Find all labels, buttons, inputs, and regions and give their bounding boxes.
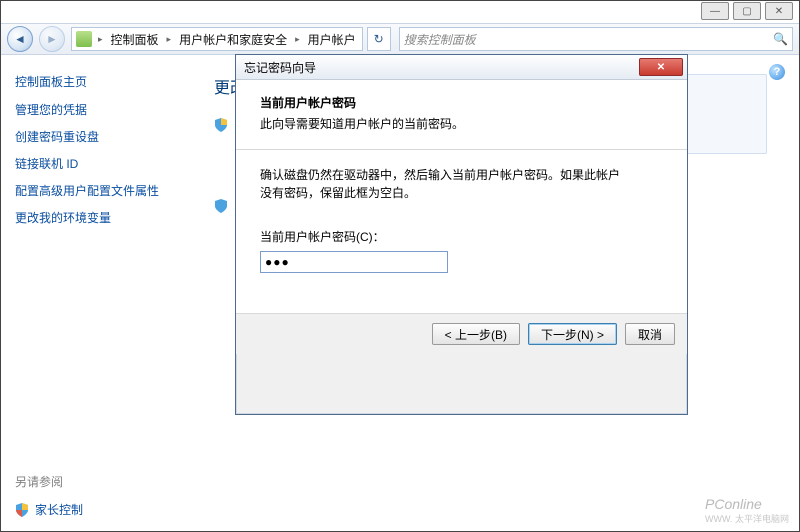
sidebar-link-env-vars[interactable]: 更改我的环境变量 [15,209,190,226]
dialog-title: 忘记密码向导 [244,59,316,76]
password-input[interactable] [260,251,448,273]
shield-icon [214,118,228,132]
see-also-label: 另请参阅 [15,473,190,490]
window-close-button[interactable]: ✕ [765,2,793,20]
search-icon: 🔍 [773,32,788,46]
window-controls: — ▢ ✕ [701,2,793,20]
password-label: 当前用户帐户密码(C)： [260,228,663,245]
refresh-button[interactable]: ↻ [367,27,391,51]
sidebar: 控制面板主页 管理您的凭据 创建密码重设盘 链接联机 ID 配置高级用户配置文件… [1,54,198,531]
navigation-bar: ◄ ► ▸ 控制面板 ▸ 用户帐户和家庭安全 ▸ 用户帐户 ↻ 搜索控制面板 🔍 [1,23,799,55]
breadcrumb-item[interactable]: 用户帐户 [302,31,362,48]
search-placeholder: 搜索控制面板 [404,31,476,48]
control-panel-icon [76,31,92,47]
sidebar-home-link[interactable]: 控制面板主页 [15,73,190,90]
back-button[interactable]: < 上一步(B) [432,323,520,345]
dialog-close-button[interactable]: ✕ [639,58,683,76]
next-button[interactable]: 下一步(N) > [528,323,617,345]
dialog-footer: < 上一步(B) 下一步(N) > 取消 [236,314,687,354]
dialog-instruction: 确认磁盘仍然在驱动器中，然后输入当前用户帐户密码。如果此帐户 [260,166,663,184]
breadcrumb-item[interactable]: 控制面板 [105,31,165,48]
breadcrumb-item[interactable]: 用户帐户和家庭安全 [173,31,293,48]
sidebar-link-credentials[interactable]: 管理您的凭据 [15,101,190,118]
dialog-titlebar[interactable]: 忘记密码向导 ✕ [236,55,687,80]
shield-icon [15,503,29,517]
cancel-button[interactable]: 取消 [625,323,675,345]
help-icon[interactable]: ? [769,64,785,80]
nav-forward-button[interactable]: ► [39,26,65,52]
maximize-button[interactable]: ▢ [733,2,761,20]
wizard-dialog: 忘记密码向导 ✕ 当前用户帐户密码 此向导需要知道用户帐户的当前密码。 确认磁盘… [235,54,688,415]
chevron-right-icon: ▸ [293,34,302,45]
nav-back-button[interactable]: ◄ [7,26,33,52]
dialog-heading: 当前用户帐户密码 [260,94,663,111]
search-input[interactable]: 搜索控制面板 🔍 [399,27,793,51]
breadcrumb[interactable]: ▸ 控制面板 ▸ 用户帐户和家庭安全 ▸ 用户帐户 [71,27,363,51]
sidebar-link-reset-disk[interactable]: 创建密码重设盘 [15,128,190,145]
chevron-right-icon: ▸ [96,34,105,45]
sidebar-link-parental[interactable]: 家长控制 [35,501,83,518]
shield-icon [214,199,228,213]
explorer-window: — ▢ ✕ ◄ ► ▸ 控制面板 ▸ 用户帐户和家庭安全 ▸ 用户帐户 ↻ 搜索… [0,0,800,532]
dialog-instruction: 没有密码，保留此框为空白。 [260,184,663,202]
minimize-button[interactable]: — [701,2,729,20]
sidebar-link-advanced-profile[interactable]: 配置高级用户配置文件属性 [15,182,190,199]
dialog-body: 当前用户帐户密码 此向导需要知道用户帐户的当前密码。 确认磁盘仍然在驱动器中，然… [236,80,687,314]
chevron-right-icon: ▸ [165,34,174,45]
sidebar-link-online-id[interactable]: 链接联机 ID [15,155,190,172]
dialog-subheading: 此向导需要知道用户帐户的当前密码。 [260,115,663,133]
